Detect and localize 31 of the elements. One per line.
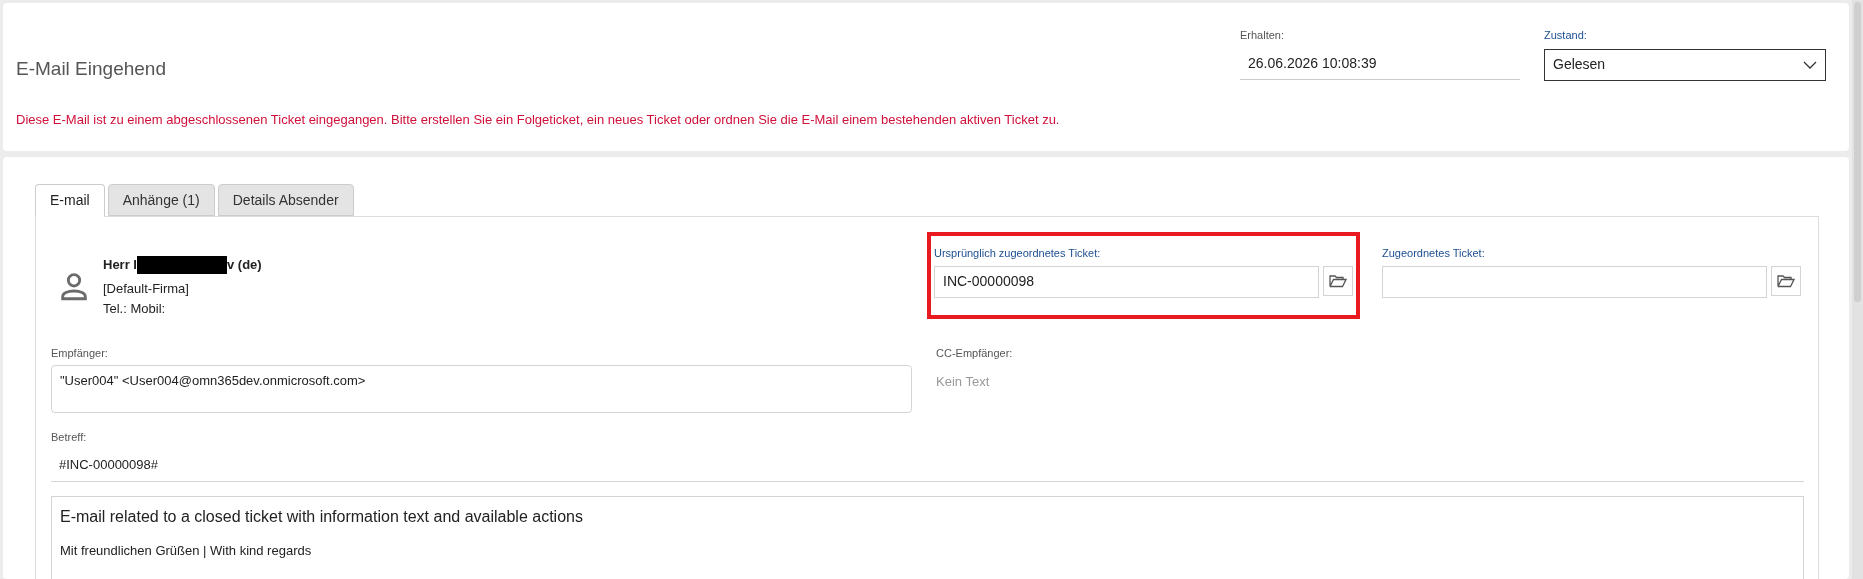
sender-phone: Tel.: Mobil: (103, 300, 167, 318)
scrollbar[interactable] (1852, 0, 1863, 579)
ticket-field[interactable]: INC-00000098 (934, 265, 1319, 298)
received-field: 26.06.2026 10:08:39 (1240, 48, 1520, 80)
sender-name: Herr I (103, 256, 137, 274)
folder-icon (1777, 273, 1795, 288)
tab[interactable]: Details Absender (217, 184, 354, 216)
page-title: E-Mail Eingehend (16, 57, 166, 81)
field-label: Ursprünglich zugeordnetes Ticket: (934, 246, 1102, 261)
browse-button[interactable] (1771, 265, 1801, 296)
subject-field[interactable]: #INC-00000098# (51, 449, 1804, 482)
browse-button[interactable] (1323, 265, 1353, 296)
status-dropdown[interactable]: Gelesen (1544, 48, 1826, 81)
recipient-field[interactable]: "User004" <User004@omn365dev.onmicrosoft.com> (51, 365, 912, 413)
sender-company: [Default-Firma] (103, 279, 190, 298)
field-label: Empfänger: (51, 345, 109, 361)
field-label: Erhalten: (1240, 28, 1286, 43)
warning-message: Diese E-Mail ist zu einem abgeschlossenen Ticket eingegangen. Bitte erstellen Sie ein Folgeticket, ein neues Ticket oder ordnen Sie die E-Mail einem bestehenden aktiven Ticket zu. (16, 110, 1061, 129)
tab[interactable]: Anhänge (1) (107, 184, 215, 216)
field-label: CC-Empfänger: (936, 345, 1013, 361)
sender-name: v (de) (226, 256, 262, 274)
folder-icon (1329, 273, 1347, 288)
body-field[interactable]: E-mail related to a closed ticket with information text and available actions Mit freundlichen Grüßen | With kind regards (51, 495, 1804, 579)
field-label: Betreff: (51, 430, 88, 445)
body-paragraph: Mit freundlichen Grüßen | With kind regards (60, 541, 313, 560)
field-label: Zugeordnetes Ticket: (1382, 246, 1486, 261)
ticket-field[interactable] (1382, 265, 1767, 298)
tab[interactable]: E-mail (35, 184, 105, 217)
body-paragraph: E-mail related to a closed ticket with information text and available actions (60, 506, 584, 527)
chevron-down-icon (1803, 60, 1817, 69)
field-label: Zustand: (1544, 28, 1588, 43)
